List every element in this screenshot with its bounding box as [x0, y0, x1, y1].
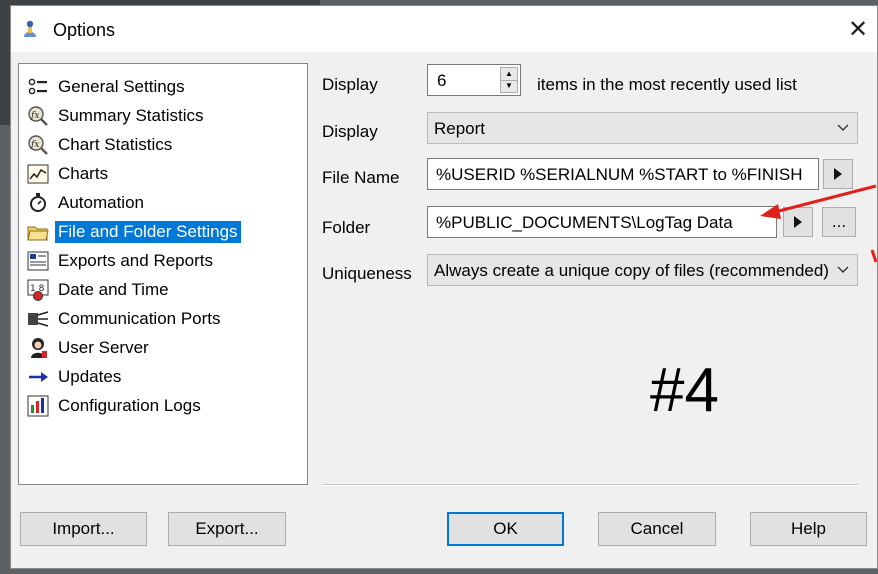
person-icon [24, 20, 36, 37]
folder-input[interactable]: %PUBLIC_DOCUMENTS\LogTag Data [427, 206, 777, 238]
arrow-right-icon [27, 366, 49, 388]
title-bar: Options ✕ [11, 6, 877, 52]
chevron-down-icon [829, 255, 857, 285]
mru-display-label: Display [322, 75, 378, 94]
tree-item-label: Date and Time [58, 280, 169, 299]
tree-item-label: Updates [58, 367, 122, 386]
mru-suffix-label: items in the most recently used list [537, 75, 797, 94]
ports-icon [27, 308, 49, 330]
fx-magnifier-icon: fx [27, 105, 49, 127]
browse-button-label: ... [831, 212, 847, 231]
tree-item-user-server[interactable]: User Server [27, 335, 152, 361]
tree-item-configuration-logs[interactable]: Configuration Logs [27, 393, 204, 419]
play-arrow-icon [834, 168, 842, 180]
tree-item-label: Communication Ports [58, 309, 221, 328]
tree-item-date-and-time[interactable]: 1 8 Date and Time [27, 277, 172, 303]
export-button[interactable]: Export... [168, 512, 286, 546]
tree-item-communication-ports[interactable]: Communication Ports [27, 306, 224, 332]
cancel-button[interactable]: Cancel [598, 512, 716, 546]
tree-item-updates[interactable]: Updates [27, 364, 124, 390]
line-chart-icon [27, 163, 49, 185]
ok-button-label: OK [493, 519, 518, 538]
display-mode-value: Report [434, 119, 486, 138]
user-server-icon [27, 337, 49, 359]
filename-input[interactable]: %USERID %SERIALNUM %START to %FINISH [427, 158, 819, 190]
window-title: Options [53, 20, 116, 40]
tree-item-label: General Settings [58, 77, 185, 96]
tree-item-label: Summary Statistics [58, 106, 204, 125]
mru-count-spinner[interactable]: 6 ▲ ▼ [427, 64, 521, 96]
display-mode-label: Display [322, 122, 378, 141]
help-button-label: Help [791, 519, 826, 538]
folder-macro-button[interactable] [783, 207, 813, 237]
tree-item-file-and-folder-settings[interactable]: File and Folder Settings [27, 219, 241, 245]
report-icon [27, 250, 49, 272]
svg-text:fx: fx [30, 111, 39, 121]
tree-item-automation[interactable]: Automation [27, 190, 147, 216]
cancel-button-label: Cancel [630, 519, 684, 538]
stopwatch-icon [27, 192, 49, 214]
folder-icon [27, 221, 49, 243]
spinner-down-icon[interactable]: ▼ [501, 80, 517, 92]
settings-list-icon [27, 76, 49, 98]
uniqueness-label: Uniqueness [322, 264, 412, 283]
close-button[interactable]: ✕ [843, 12, 873, 46]
svg-text:fx: fx [30, 140, 39, 150]
import-button[interactable]: Import... [20, 512, 147, 546]
ok-button[interactable]: OK [447, 512, 564, 546]
category-tree[interactable]: General Settings fx Summary Statistics f… [18, 63, 308, 485]
calendar-clock-icon: 1 8 [27, 279, 49, 301]
filename-label: File Name [322, 168, 400, 187]
folder-value: %PUBLIC_DOCUMENTS\LogTag Data [436, 213, 733, 232]
tree-item-label: Automation [58, 193, 144, 212]
tree-item-label: Charts [58, 164, 109, 183]
tree-item-exports-and-reports[interactable]: Exports and Reports [27, 248, 216, 274]
tree-item-label: Chart Statistics [58, 135, 173, 154]
config-log-icon [27, 395, 49, 417]
tree-item-chart-statistics[interactable]: fx Chart Statistics [27, 132, 175, 158]
filename-value: %USERID %SERIALNUM %START to %FINISH [436, 165, 803, 184]
annotation-step-label: #4 [650, 356, 719, 425]
mru-count-value: 6 [437, 71, 447, 90]
chevron-down-icon [829, 113, 857, 143]
spinner-arrows[interactable]: ▲ ▼ [500, 67, 518, 93]
fx-magnifier-icon: fx [27, 134, 49, 156]
tree-item-charts[interactable]: Charts [27, 161, 111, 187]
tree-item-label: File and Folder Settings [55, 221, 241, 243]
display-mode-select[interactable]: Report [427, 112, 858, 144]
uniqueness-select[interactable]: Always create a unique copy of files (re… [427, 254, 858, 286]
tree-item-summary-statistics[interactable]: fx Summary Statistics [27, 103, 206, 129]
help-button[interactable]: Help [750, 512, 867, 546]
tree-item-label: Configuration Logs [58, 396, 201, 415]
close-icon: ✕ [847, 15, 869, 43]
uniqueness-value: Always create a unique copy of files (re… [434, 261, 829, 280]
footer-separator [322, 484, 858, 486]
tree-item-label: User Server [58, 338, 149, 357]
export-button-label: Export... [195, 519, 259, 538]
browse-folder-button[interactable]: ... [822, 207, 856, 237]
folder-label: Folder [322, 218, 371, 237]
tree-item-label: Exports and Reports [58, 251, 213, 270]
filename-macro-button[interactable] [823, 159, 853, 189]
import-button-label: Import... [52, 519, 115, 538]
tree-item-general-settings[interactable]: General Settings [27, 74, 188, 100]
play-arrow-icon [794, 216, 802, 228]
